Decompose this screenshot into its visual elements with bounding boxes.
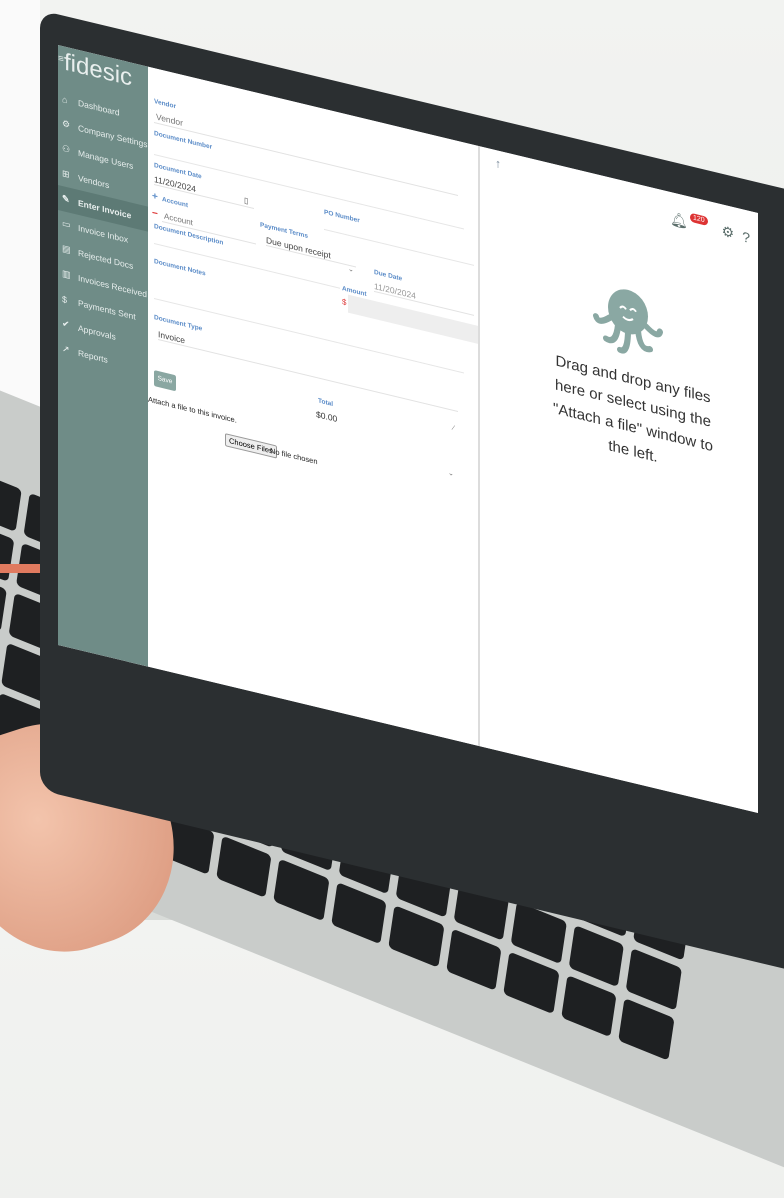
money-icon: $ — [62, 293, 68, 305]
amount-prefix: $ — [342, 297, 347, 308]
invoice-form: Vendor Document Number Document Date 11/… — [148, 66, 491, 746]
dashboard-icon: ⌂ — [62, 93, 68, 105]
document-type-select[interactable]: Invoice — [158, 329, 458, 413]
inbox-icon: ▭ — [62, 217, 71, 231]
vendor-label: Vendor — [154, 98, 177, 111]
chevron-down-icon: ⌄ — [448, 469, 454, 479]
octopus-icon — [593, 289, 663, 354]
help-icon[interactable]: ? — [742, 228, 750, 246]
gear-icon: ⚙ — [62, 117, 71, 130]
remove-account-icon[interactable]: − — [152, 208, 158, 220]
gear-icon[interactable]: ⚙ — [722, 222, 735, 242]
payment-terms-select[interactable]: Due upon receipt — [266, 234, 356, 268]
sidebar-item-label: Reports — [78, 347, 108, 365]
upload-panel[interactable]: ↑ 🔔︎ 120 ⚙ ? Drag and drop any files her… — [480, 146, 758, 814]
document-notes-label: Document Notes — [154, 258, 206, 278]
add-account-icon[interactable]: + — [152, 191, 158, 203]
users-icon: ⚇ — [62, 142, 71, 155]
sidebar-item-label: Vendors — [78, 172, 110, 190]
notification-badge: 120 — [689, 212, 708, 226]
keyboard-key — [446, 928, 502, 991]
document-notes-input[interactable] — [154, 298, 464, 374]
keyboard-key — [561, 974, 617, 1038]
cart-icon: ⊞ — [62, 167, 70, 180]
due-date-label: Due Date — [374, 268, 403, 283]
menu-icon[interactable]: ≡ — [58, 53, 64, 65]
drop-zone-text: Drag and drop any files here or select u… — [553, 352, 713, 466]
keyboard-key — [273, 858, 330, 922]
invoice-icon: ✎ — [62, 192, 70, 205]
sidebar-item-label: Dashboard — [78, 97, 120, 118]
attach-file-label: Attach a file to this invoice. — [148, 394, 237, 425]
save-button[interactable]: Save — [154, 370, 176, 392]
keyboard-key — [330, 881, 387, 945]
total-label: Total — [318, 397, 334, 409]
choose-files-button[interactable]: Choose Files — [225, 433, 277, 459]
keyboard-key — [503, 951, 560, 1015]
chevron-down-icon: ⌄ — [348, 265, 354, 275]
bell-icon[interactable]: 🔔︎ — [670, 210, 688, 231]
document-icon: ▥ — [62, 267, 71, 281]
arrow-up-icon[interactable]: ↑ — [495, 156, 501, 171]
no-file-text: No file chosen — [270, 445, 318, 467]
keyboard-key — [618, 998, 675, 1061]
header-icons: 🔔︎ 120 ⚙ ? — [670, 210, 750, 246]
document-icon: ▤ — [62, 242, 71, 256]
keyboard-key — [388, 905, 445, 968]
keyboard-key — [215, 835, 272, 898]
total-value: $0.00 — [316, 408, 338, 425]
sidebar: ≡ fidesic ⌂ Dashboard ⚙ Company Settings ⚇… — [58, 45, 148, 667]
po-number-label: PO Number — [324, 208, 360, 225]
check-icon: ✔ — [62, 317, 70, 330]
sidebar-item-label: Approvals — [78, 322, 116, 342]
account-label: Account — [162, 195, 188, 210]
resize-handle-icon: ⁄ — [453, 424, 455, 433]
chart-icon: ↗ — [62, 342, 70, 355]
calendar-icon[interactable]: ▯ — [244, 196, 248, 206]
sidebar-nav: ⌂ Dashboard ⚙ Company Settings ⚇ Manage Use… — [58, 85, 148, 382]
